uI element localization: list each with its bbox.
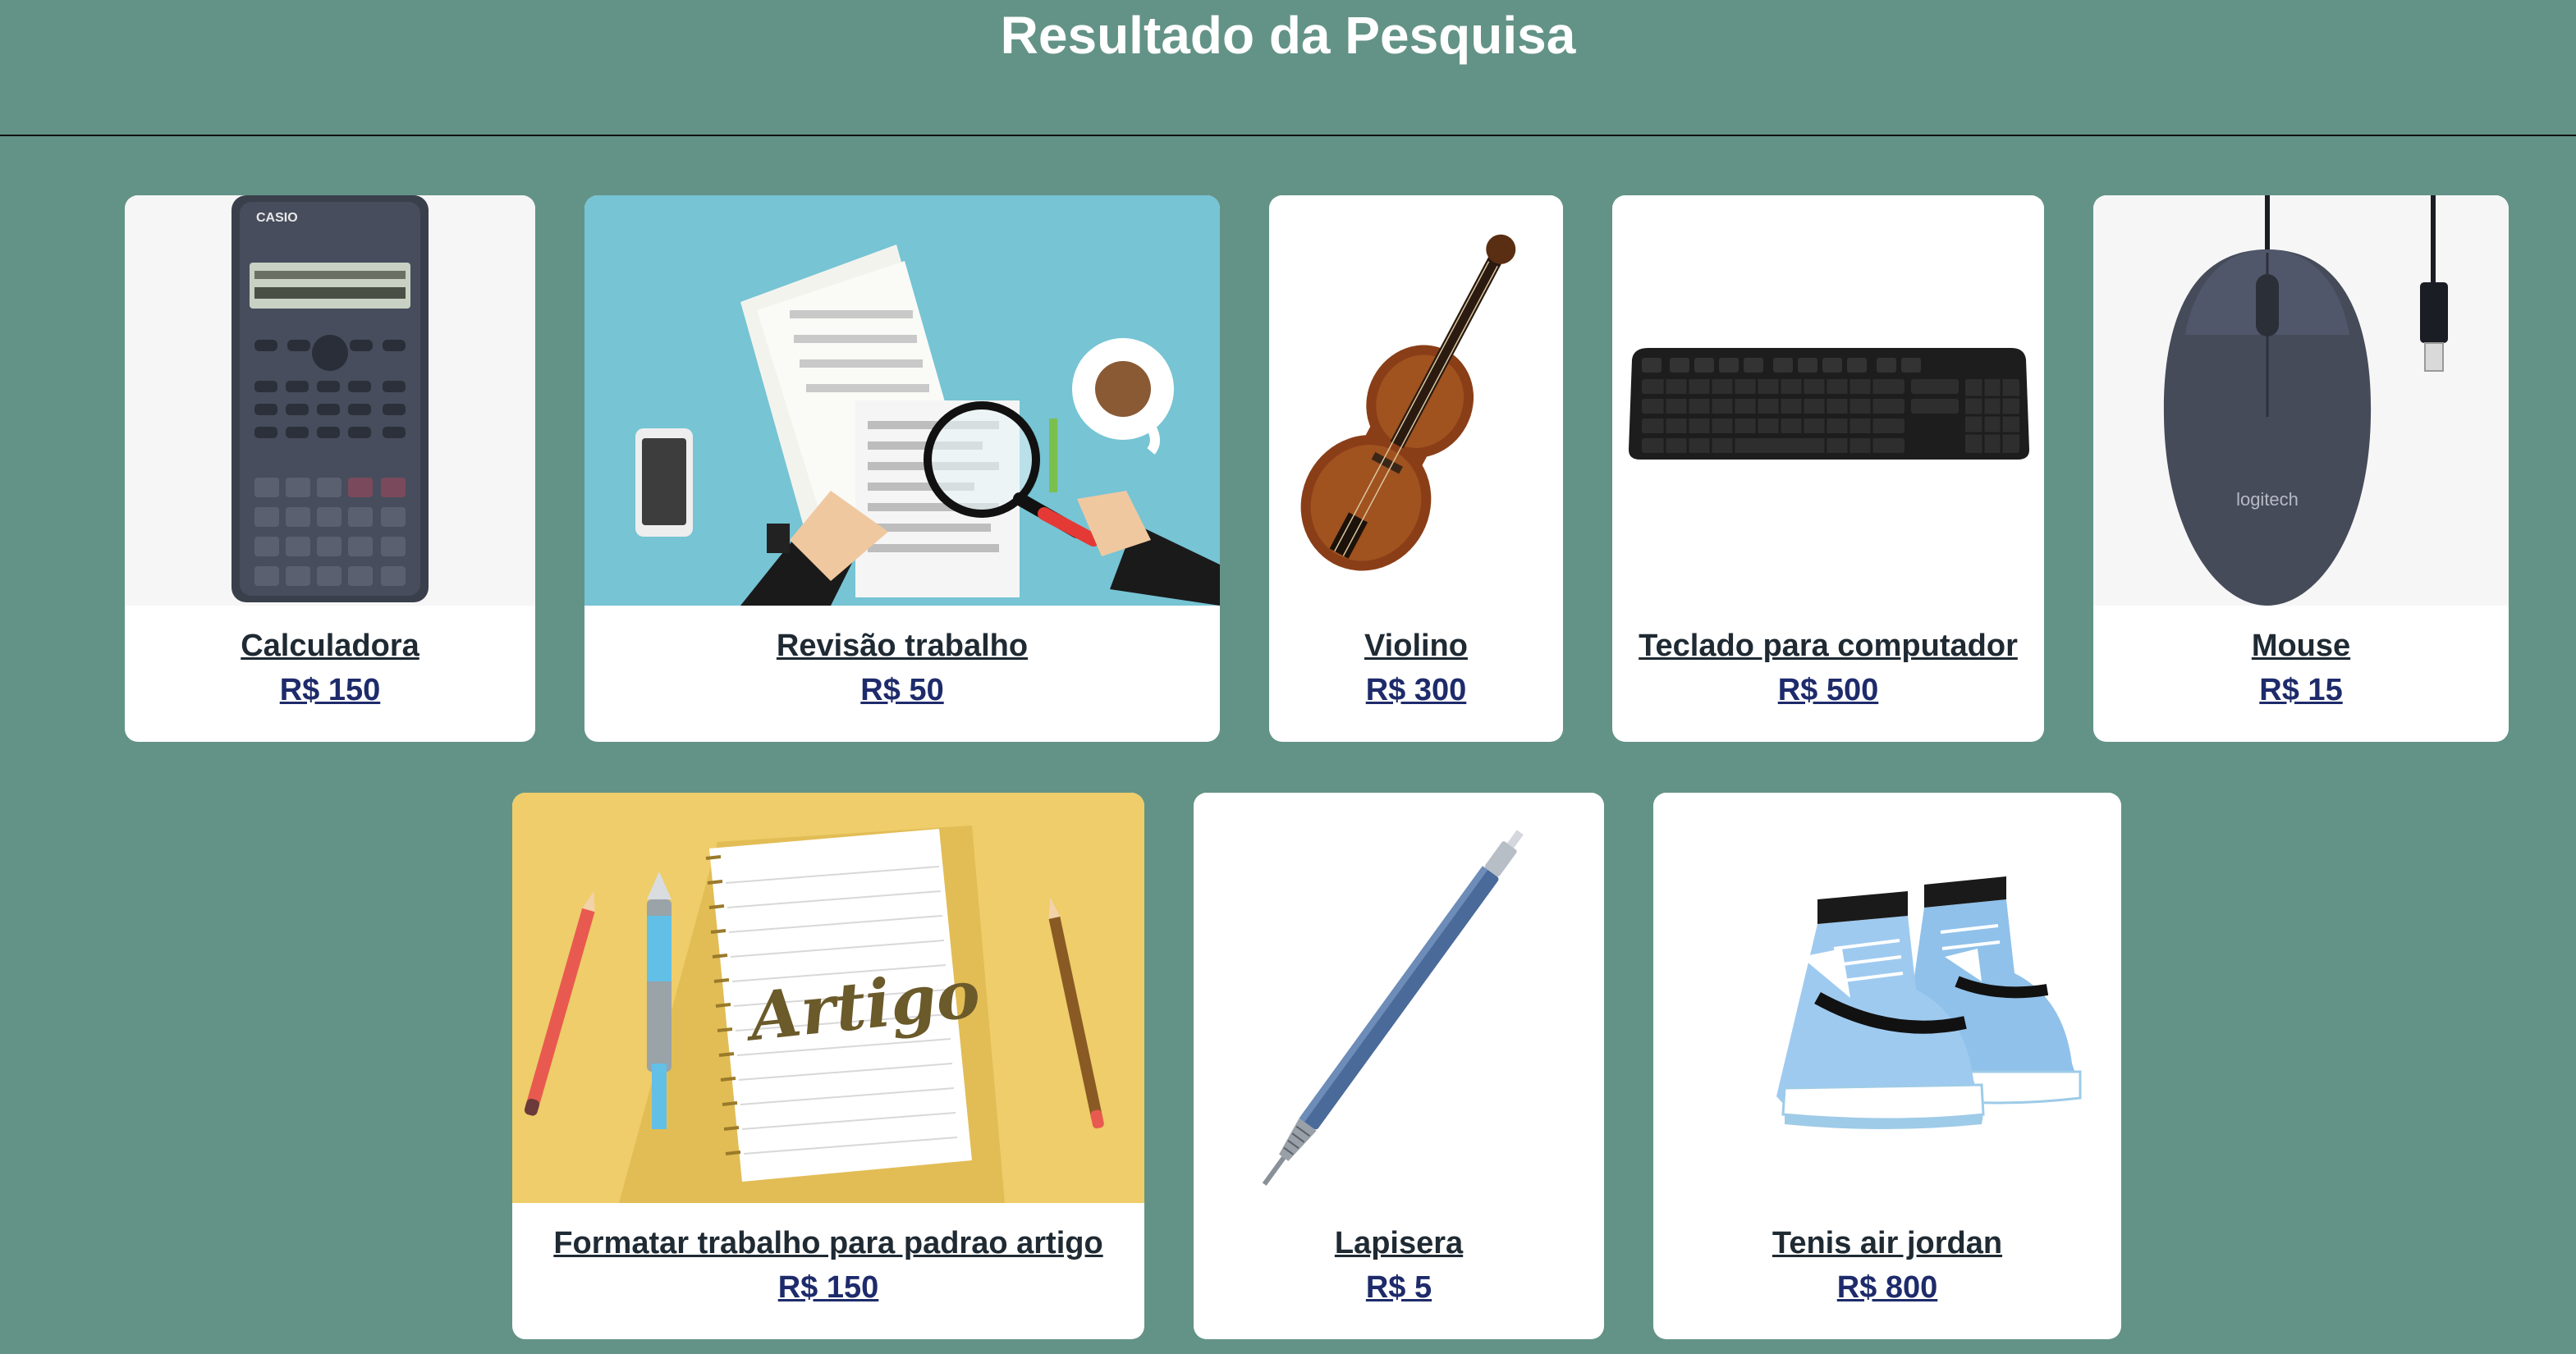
mouse-brand-text: logitech	[2236, 489, 2299, 510]
header-divider	[0, 135, 2576, 136]
product-price-link[interactable]: R$ 50	[584, 673, 1220, 708]
product-card-revisao-trabalho[interactable]: Revisão trabalho R$ 50	[584, 195, 1220, 742]
product-card-calculadora[interactable]: CASIO Calculadora R$ 150	[125, 195, 535, 742]
page-title: Resultado da Pesquisa	[1000, 6, 1576, 65]
product-name-link[interactable]: Revisão trabalho	[584, 629, 1220, 664]
product-name-link[interactable]: Lapisera	[1194, 1226, 1604, 1261]
mechanical-pencil-image[interactable]	[1194, 793, 1604, 1203]
calculator-brand-text: CASIO	[256, 211, 298, 225]
product-card-mouse[interactable]: logitech Mouse R$ 15	[2093, 195, 2509, 742]
product-card-teclado[interactable]: Teclado para computador R$ 500	[1612, 195, 2044, 742]
product-price-link[interactable]: R$ 5	[1194, 1270, 1604, 1306]
violin-image[interactable]	[1269, 195, 1563, 606]
product-card-lapisera[interactable]: Lapisera R$ 5	[1194, 793, 1604, 1339]
product-card-violino[interactable]: Violino R$ 300	[1269, 195, 1563, 742]
product-price-link[interactable]: R$ 500	[1612, 673, 2044, 708]
product-name-link[interactable]: Violino	[1269, 629, 1563, 664]
product-name-link[interactable]: Calculadora	[125, 629, 535, 664]
article-format-image[interactable]: Artigo	[512, 793, 1144, 1203]
product-price-link[interactable]: R$ 15	[2093, 673, 2509, 708]
keyboard-image[interactable]	[1612, 195, 2044, 606]
product-price-link[interactable]: R$ 300	[1269, 673, 1563, 708]
product-price-link[interactable]: R$ 150	[125, 673, 535, 708]
product-price-link[interactable]: R$ 150	[512, 1270, 1144, 1306]
product-card-formatar-trabalho[interactable]: Artigo Formatar trabalho para padrao art…	[512, 793, 1144, 1339]
product-name-link[interactable]: Tenis air jordan	[1653, 1226, 2121, 1261]
document-review-image[interactable]	[584, 195, 1220, 606]
product-name-link[interactable]: Teclado para computador	[1612, 629, 2044, 664]
sneaker-image[interactable]	[1653, 793, 2121, 1203]
mouse-image[interactable]: logitech	[2093, 195, 2509, 606]
product-card-tenis-air-jordan[interactable]: Tenis air jordan R$ 800	[1653, 793, 2121, 1339]
product-price-link[interactable]: R$ 800	[1653, 1270, 2121, 1306]
product-name-link[interactable]: Formatar trabalho para padrao artigo	[512, 1226, 1144, 1261]
product-name-link[interactable]: Mouse	[2093, 629, 2509, 664]
calculator-image[interactable]: CASIO	[125, 195, 535, 606]
